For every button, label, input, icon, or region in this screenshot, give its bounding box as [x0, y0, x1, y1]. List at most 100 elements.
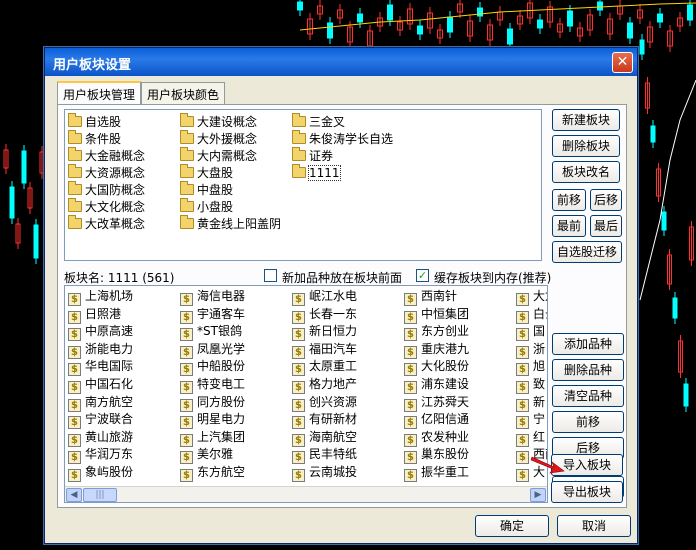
block-name: 自选股 — [85, 115, 122, 129]
clear-stocks-button[interactable]: 清空品种 — [552, 385, 624, 407]
stock-list-item[interactable]: $ 亿阳信通 — [404, 411, 469, 430]
block-list-item[interactable]: 证券 — [292, 147, 333, 164]
block-list-item[interactable]: 大金融概念 — [68, 147, 145, 164]
stock-list-item[interactable]: $ 象屿股份 — [68, 464, 133, 482]
block-list-item[interactable]: 自选股 — [68, 113, 122, 130]
stock-list-item[interactable]: $ 新日恒力 — [292, 323, 357, 342]
tab-block-management[interactable]: 用户板块管理 — [57, 81, 142, 104]
block-list-item[interactable]: 大国防概念 — [68, 181, 145, 198]
stock-list-item[interactable]: $ 岷江水电 — [292, 288, 357, 306]
migrate-favorites-button[interactable]: 自选股迁移 — [552, 241, 622, 263]
block-list[interactable]: 自选股 条件股 大金融概念 大资源概念 大国防概念 大文化概念 大改革概念 大建设概念 大外援概… — [64, 109, 542, 261]
stock-list-item[interactable]: $ 同方股份 — [180, 394, 245, 412]
block-list-item[interactable]: 1111 — [292, 164, 341, 181]
stock-list-item[interactable]: $ 东方航空 — [180, 464, 245, 482]
stock-list-item[interactable]: $ 中恒集团 — [404, 306, 469, 324]
stock-list-item[interactable]: $ 新 — [516, 394, 545, 412]
rename-block-button[interactable]: 板块改名 — [552, 161, 620, 183]
stock-list-item[interactable]: $ 上海机场 — [68, 288, 133, 306]
stock-list-item[interactable]: $ 海信电器 — [180, 288, 245, 306]
block-list-item[interactable]: 中盘股 — [180, 181, 233, 198]
stock-list-item[interactable]: $ 巢东股份 — [404, 446, 469, 465]
stock-list-item[interactable]: $ 格力地产 — [292, 376, 357, 394]
block-move-up-button[interactable]: 前移 — [552, 189, 586, 211]
stock-list-item[interactable]: $ 民丰特纸 — [292, 446, 357, 465]
tab-block-color[interactable]: 用户板块颜色 — [141, 82, 226, 104]
cancel-button[interactable]: 取消 — [557, 515, 631, 537]
export-block-button[interactable]: 导出板块 — [551, 481, 623, 503]
stock-list-item[interactable]: $ 浦东建设 — [404, 376, 469, 394]
stock-list-item[interactable]: $ 江苏舜天 — [404, 394, 469, 412]
stock-list-item[interactable]: $ 旭 — [516, 358, 545, 377]
block-list-item[interactable]: 黄金线上阳盖阴 — [180, 215, 281, 232]
add-stock-button[interactable]: 添加品种 — [552, 333, 624, 355]
block-list-item[interactable]: 大内需概念 — [180, 147, 257, 164]
stock-list-item[interactable]: $ 大龙 — [516, 288, 547, 306]
stock-list-item[interactable]: $ 宁 — [516, 411, 545, 430]
stock-list-item[interactable]: $ 日照港 — [68, 306, 121, 324]
block-list-item[interactable]: 大改革概念 — [68, 215, 145, 232]
new-block-button[interactable]: 新建板块 — [552, 109, 620, 131]
cache-memory-checkbox[interactable]: ✓ — [416, 269, 429, 282]
block-move-down-button[interactable]: 后移 — [590, 189, 622, 211]
stock-list-item[interactable]: $ 宁波联合 — [68, 411, 134, 430]
stock-list-item[interactable]: $ 中原高速 — [68, 323, 133, 342]
stock-list-item[interactable]: $ 西南针 — [404, 288, 457, 306]
stock-list-item[interactable]: $ 华电国际 — [68, 358, 133, 377]
horizontal-scrollbar[interactable]: ◀ ||| ▶ — [65, 486, 547, 502]
scroll-right-button[interactable]: ▶ — [530, 488, 546, 502]
stock-list-item[interactable]: $ 致 — [516, 376, 545, 394]
block-list-item[interactable]: 条件股 — [68, 130, 121, 147]
stock-list-item[interactable]: $ 农发种业 — [404, 429, 469, 447]
stock-list-item[interactable]: $ *ST银鸽 — [180, 323, 242, 342]
block-list-item[interactable]: 小盘股 — [180, 198, 233, 215]
delete-stock-button[interactable]: 删除品种 — [552, 359, 624, 381]
stock-list-item[interactable]: $ 黄山旅游 — [68, 429, 133, 447]
stock-list-item[interactable]: $ 创兴资源 — [292, 394, 357, 412]
stock-list-item[interactable]: $ 明星电力 — [180, 411, 245, 430]
stock-list-item[interactable]: $ 长春一东 — [292, 306, 357, 324]
block-list-item[interactable]: 朱俊涛学长自选 — [292, 130, 393, 147]
block-list-item[interactable]: 大建设概念 — [180, 113, 257, 130]
block-list-item[interactable]: 大外援概念 — [180, 130, 257, 147]
stock-list-item[interactable]: $ 上汽集团 — [180, 429, 245, 447]
stock-list-item[interactable]: $ 太原重工 — [292, 358, 357, 377]
stock-name: 宁波联合 — [85, 412, 134, 427]
stock-list-item[interactable]: $ 大化股份 — [404, 358, 469, 377]
stock-list-item[interactable]: $ 重庆港九 — [404, 341, 469, 359]
block-list-item[interactable]: 大资源概念 — [68, 164, 145, 181]
block-list-item[interactable]: 大盘股 — [180, 164, 233, 181]
stock-list[interactable]: $ 上海机场 $ 日照港 $ 中原高速 $ 浙能电力 $ 华电国际 $ 中国石化 $ 南方航空 $ 宁波联合 $… — [64, 285, 548, 503]
block-first-button[interactable]: 最前 — [552, 215, 586, 237]
stock-list-item[interactable]: $ 国 — [516, 323, 545, 342]
stock-list-item[interactable]: $ 南方航空 — [68, 394, 133, 412]
block-last-button[interactable]: 最后 — [590, 215, 622, 237]
stock-list-item[interactable]: $ 福田汽车 — [292, 341, 357, 359]
stock-list-item[interactable]: $ 浙 — [516, 341, 545, 359]
block-list-item[interactable]: 大文化概念 — [68, 198, 145, 215]
stock-list-item[interactable]: $ 华润万东 — [68, 446, 133, 465]
stock-list-item[interactable]: $ 特变电工 — [180, 376, 245, 394]
stock-move-up-button[interactable]: 前移 — [552, 411, 624, 433]
stock-list-item[interactable]: $ 红 — [516, 429, 545, 447]
close-button[interactable]: ✕ — [612, 52, 633, 73]
delete-block-button[interactable]: 删除板块 — [552, 135, 620, 157]
stock-list-item[interactable]: $ 浙能电力 — [68, 341, 133, 359]
stock-list-item[interactable]: $ 凤凰光学 — [180, 341, 245, 359]
stock-list-item[interactable]: $ 有研新材 — [292, 411, 357, 430]
stock-dollar-icon: $ — [404, 469, 417, 482]
scroll-left-button[interactable]: ◀ — [66, 488, 82, 502]
new-first-checkbox[interactable] — [264, 269, 277, 282]
stock-list-item[interactable]: $ 中国石化 — [68, 376, 133, 394]
scroll-thumb[interactable]: ||| — [83, 488, 117, 502]
stock-list-item[interactable]: $ 云南城投 — [292, 464, 357, 482]
stock-list-item[interactable]: $ 振华重工 — [404, 464, 469, 482]
stock-list-item[interactable]: $ 宇通客车 — [180, 306, 245, 324]
stock-list-item[interactable]: $ 白云 — [516, 306, 547, 324]
stock-list-item[interactable]: $ 美尔雅 — [180, 446, 233, 465]
stock-list-item[interactable]: $ 海南航空 — [292, 429, 357, 447]
stock-list-item[interactable]: $ 中船股份 — [180, 358, 245, 377]
stock-list-item[interactable]: $ 东方创业 — [404, 323, 469, 342]
block-list-item[interactable]: 三金叉 — [292, 113, 345, 130]
ok-button[interactable]: 确定 — [475, 515, 549, 537]
